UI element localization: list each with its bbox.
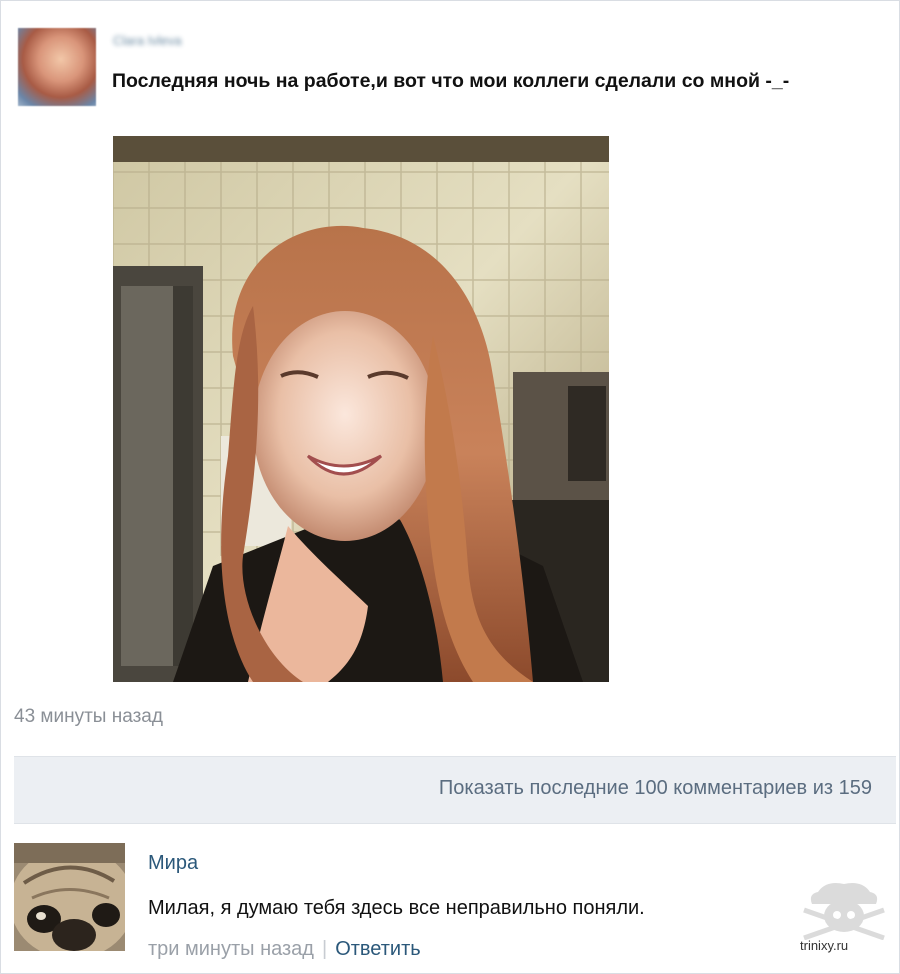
post-timestamp[interactable]: 43 минуты назад xyxy=(14,706,163,728)
watermark-text: trinixy.ru xyxy=(800,938,849,953)
comment-text: Милая, я думаю тебя здесь все неправильн… xyxy=(148,897,645,919)
reply-button[interactable]: Ответить xyxy=(335,938,421,960)
post-text: Последняя ночь на работе,и вот что мои к… xyxy=(112,70,790,92)
comment-timestamp[interactable]: три минуты назад xyxy=(148,938,314,960)
comment-author-name[interactable]: Мира xyxy=(148,852,198,875)
post-author-avatar[interactable] xyxy=(18,28,96,106)
post-photo[interactable] xyxy=(113,136,609,682)
photo-image xyxy=(113,136,609,682)
comment-author-avatar[interactable] xyxy=(14,843,125,951)
show-comments-link[interactable]: Показать последние 100 комментариев из 1… xyxy=(439,777,872,800)
meta-separator: | xyxy=(321,938,328,960)
post-author-name[interactable]: Clara Ivleva xyxy=(113,33,182,49)
pug-avatar-image xyxy=(14,843,125,951)
comment-meta: три минуты назад | Ответить xyxy=(148,938,421,961)
show-comments-bar[interactable]: Показать последние 100 комментариев из 1… xyxy=(14,756,896,824)
